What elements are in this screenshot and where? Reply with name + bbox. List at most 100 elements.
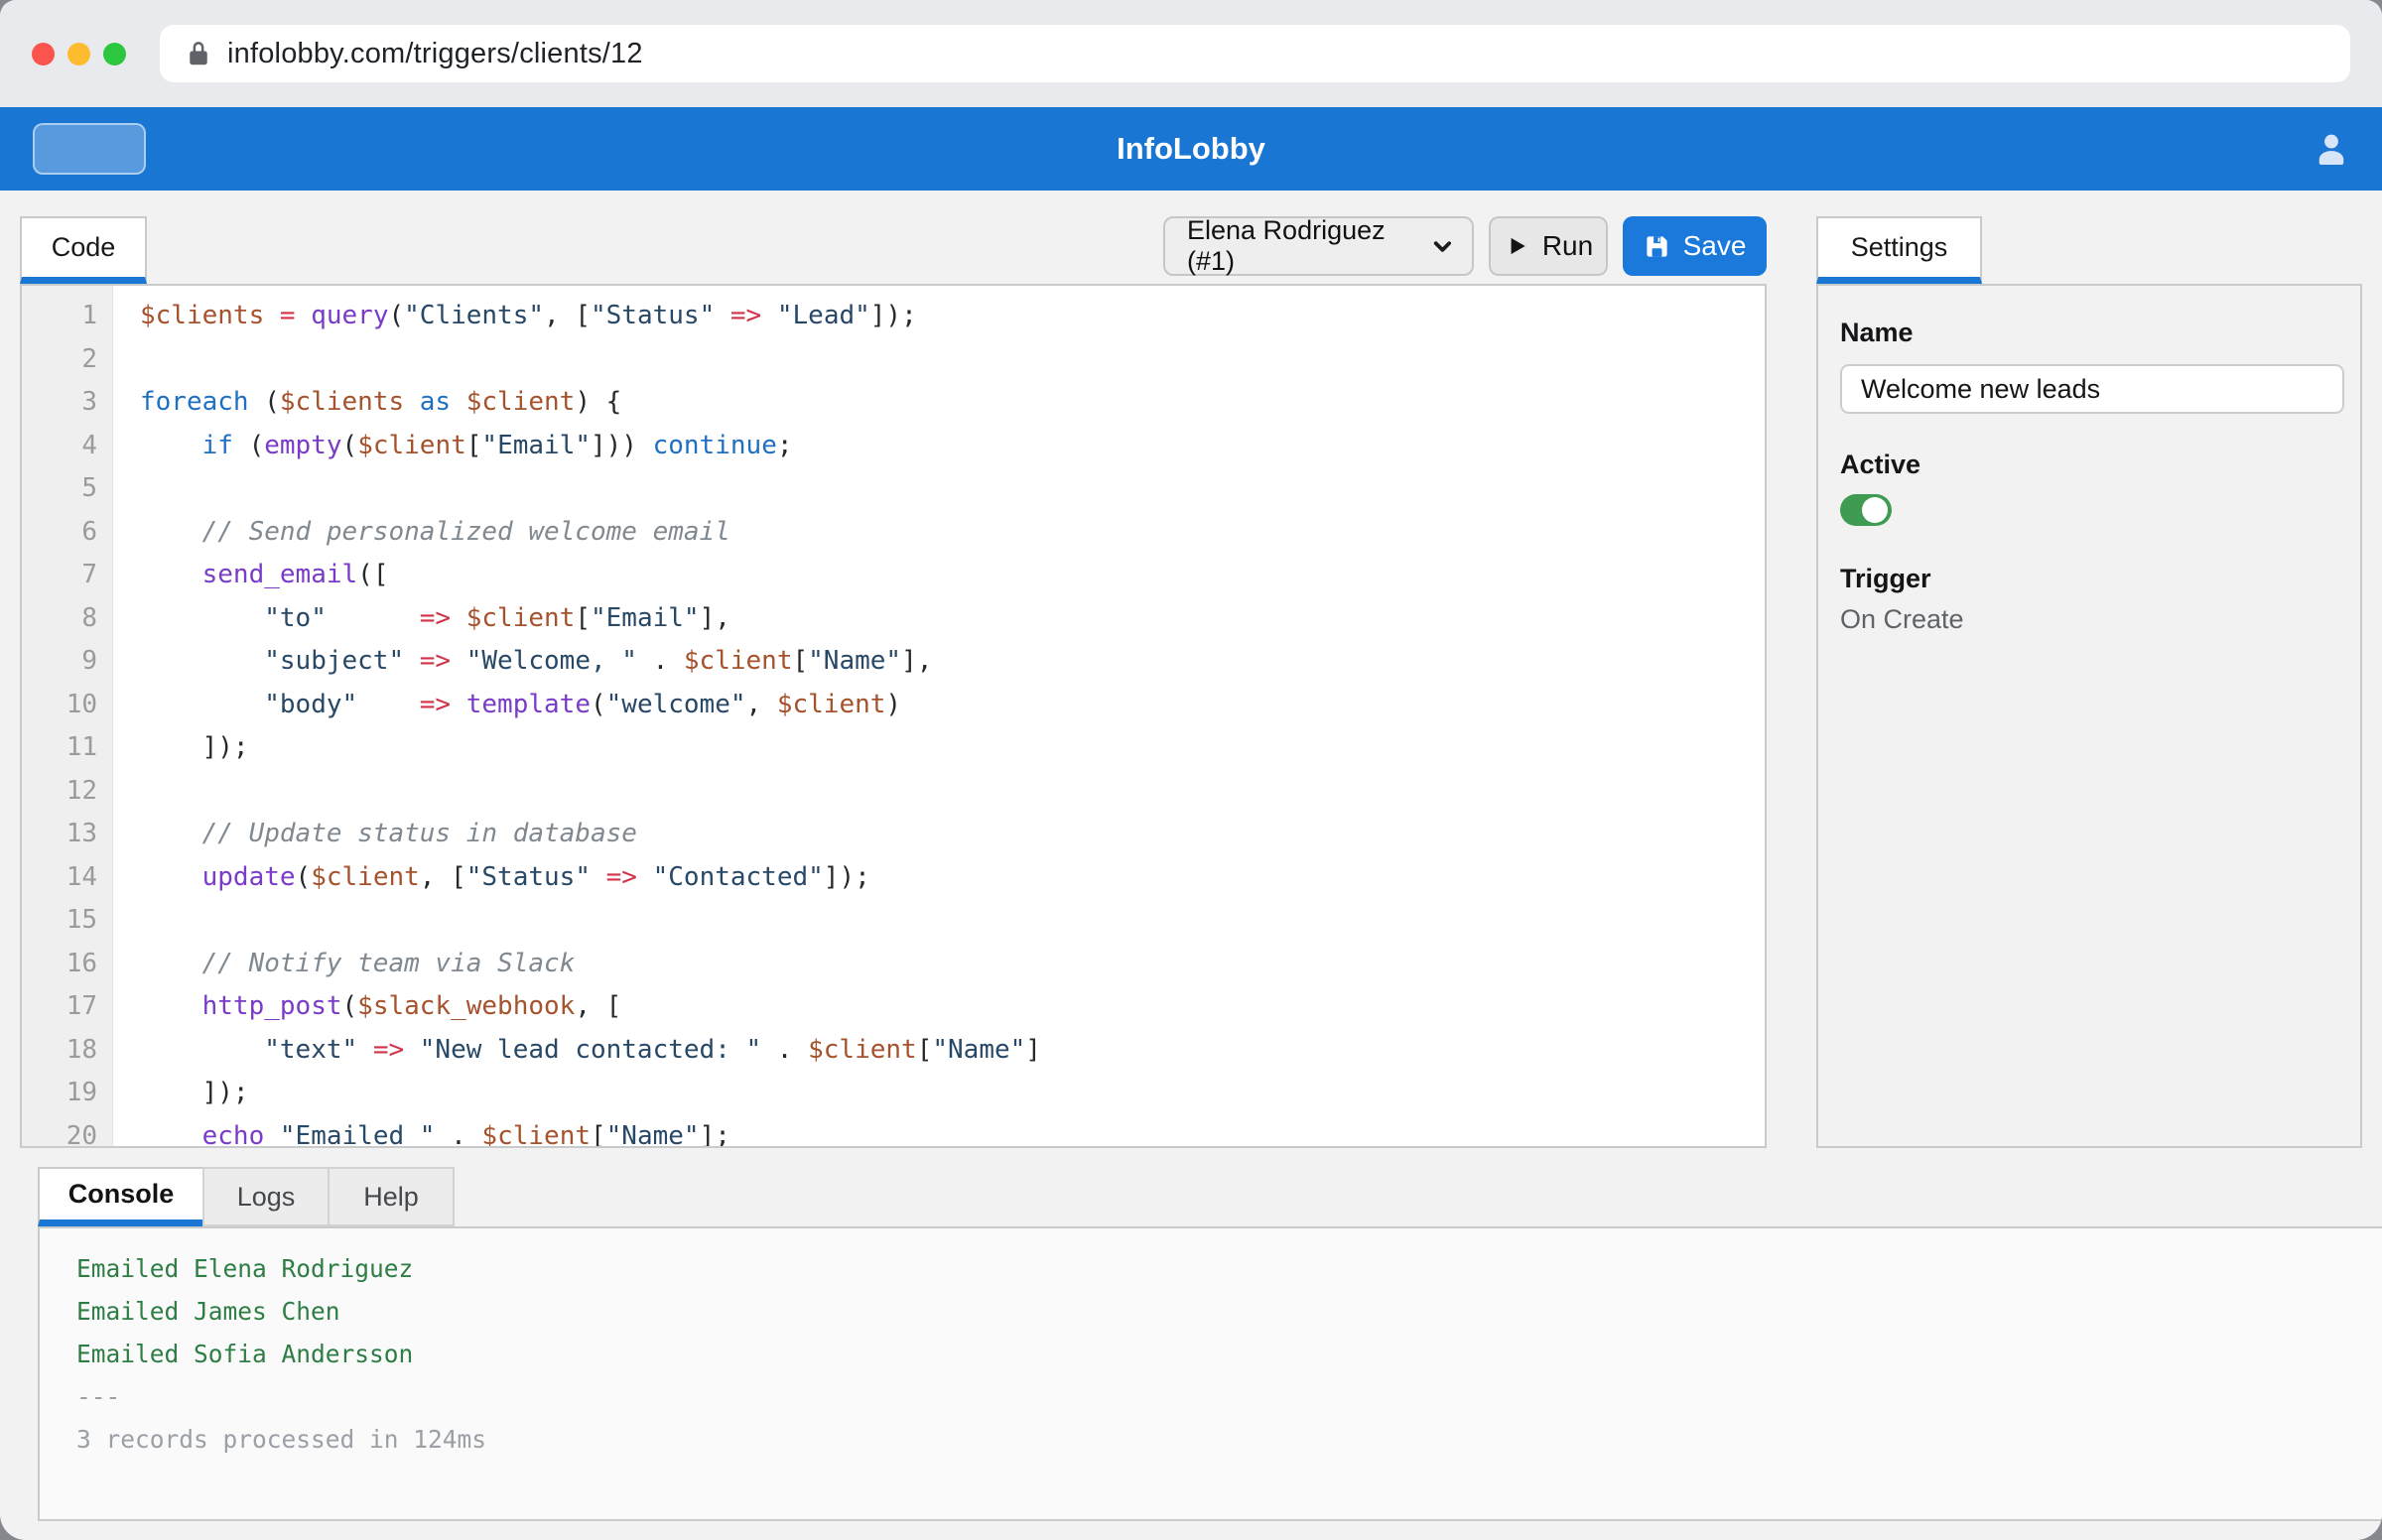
code-line[interactable]: 17 http_post($slack_webhook, [ — [22, 985, 1765, 1029]
console-tabs: Console Logs Help — [38, 1167, 2362, 1226]
active-toggle[interactable] — [1840, 494, 1892, 526]
code-text — [113, 338, 156, 382]
save-button[interactable]: Save — [1623, 216, 1767, 276]
code-text: // Send personalized welcome email — [113, 511, 730, 555]
user-account-icon[interactable] — [2309, 127, 2354, 173]
code-text: echo "Emailed " . $client["Name"]; — [113, 1115, 730, 1149]
code-text: http_post($slack_webhook, [ — [113, 985, 621, 1029]
console-line: Emailed Sofia Andersson — [76, 1333, 2382, 1375]
tab-code-label: Code — [52, 232, 116, 263]
code-editor[interactable]: 1$clients = query("Clients", ["Status" =… — [20, 284, 1767, 1148]
toggle-knob — [1862, 497, 1888, 523]
code-line[interactable]: 7 send_email([ — [22, 554, 1765, 597]
code-text: "to" => $client["Email"], — [113, 597, 730, 641]
active-label: Active — [1840, 449, 2340, 480]
code-text: ]); — [113, 726, 249, 770]
code-line[interactable]: 1$clients = query("Clients", ["Status" =… — [22, 295, 1765, 338]
line-number: 16 — [22, 943, 113, 986]
console-output: Emailed Elena RodriguezEmailed James Che… — [38, 1226, 2382, 1521]
save-icon — [1644, 233, 1670, 260]
minimize-button[interactable] — [67, 43, 90, 65]
line-number: 18 — [22, 1029, 113, 1073]
code-line[interactable]: 6 // Send personalized welcome email — [22, 511, 1765, 555]
play-icon — [1504, 233, 1529, 259]
address-bar[interactable]: infolobby.com/triggers/clients/12 — [160, 25, 2350, 82]
trigger-value: On Create — [1840, 604, 2340, 635]
close-button[interactable] — [32, 43, 55, 65]
code-line[interactable]: 4 if (empty($client["Email"])) continue; — [22, 425, 1765, 468]
code-line[interactable]: 13 // Update status in database — [22, 813, 1765, 856]
app-title: InfoLobby — [0, 107, 2382, 191]
name-label: Name — [1840, 318, 2340, 348]
code-text: foreach ($clients as $client) { — [113, 381, 621, 425]
code-text — [113, 467, 156, 511]
code-line[interactable]: 16 // Notify team via Slack — [22, 943, 1765, 986]
tab-console-label: Console — [68, 1179, 175, 1210]
code-line[interactable]: 3foreach ($clients as $client) { — [22, 381, 1765, 425]
console-line: --- — [76, 1375, 2382, 1418]
tab-help[interactable]: Help — [328, 1167, 455, 1226]
chevron-down-icon — [1429, 232, 1456, 260]
console-line: Emailed Elena Rodriguez — [76, 1247, 2382, 1290]
record-select[interactable]: Elena Rodriguez (#1) — [1163, 216, 1474, 276]
line-number: 12 — [22, 770, 113, 814]
line-number: 8 — [22, 597, 113, 641]
code-text: // Notify team via Slack — [113, 943, 575, 986]
code-text: send_email([ — [113, 554, 388, 597]
console-line: 3 records processed in 124ms — [76, 1418, 2382, 1461]
code-line[interactable]: 9 "subject" => "Welcome, " . $client["Na… — [22, 640, 1765, 684]
line-number: 1 — [22, 295, 113, 338]
code-text: if (empty($client["Email"])) continue; — [113, 425, 793, 468]
code-line[interactable]: 2 — [22, 338, 1765, 382]
lock-icon — [184, 39, 213, 68]
record-select-value: Elena Rodriguez (#1) — [1187, 215, 1429, 277]
url-text: infolobby.com/triggers/clients/12 — [227, 38, 643, 70]
name-input[interactable] — [1840, 364, 2344, 414]
code-text: ]); — [113, 1072, 249, 1115]
line-number: 17 — [22, 985, 113, 1029]
tab-logs[interactable]: Logs — [202, 1167, 330, 1226]
line-number: 3 — [22, 381, 113, 425]
line-number: 13 — [22, 813, 113, 856]
code-line[interactable]: 14 update($client, ["Status" => "Contact… — [22, 856, 1765, 900]
code-line[interactable]: 19 ]); — [22, 1072, 1765, 1115]
run-button-label: Run — [1542, 230, 1593, 262]
line-number: 11 — [22, 726, 113, 770]
code-text — [113, 770, 156, 814]
code-line[interactable]: 5 — [22, 467, 1765, 511]
code-text: "body" => template("welcome", $client) — [113, 684, 901, 727]
line-number: 4 — [22, 425, 113, 468]
code-line[interactable]: 20 echo "Emailed " . $client["Name"]; — [22, 1115, 1765, 1149]
tab-settings[interactable]: Settings — [1816, 216, 1982, 284]
code-line[interactable]: 12 — [22, 770, 1765, 814]
code-text: "text" => "New lead contacted: " . $clie… — [113, 1029, 1041, 1073]
code-line[interactable]: 18 "text" => "New lead contacted: " . $c… — [22, 1029, 1765, 1073]
browser-window: infolobby.com/triggers/clients/12 InfoLo… — [0, 0, 2382, 1540]
code-line[interactable]: 15 — [22, 899, 1765, 943]
tab-console[interactable]: Console — [38, 1167, 204, 1226]
code-text: "subject" => "Welcome, " . $client["Name… — [113, 640, 932, 684]
browser-chrome: infolobby.com/triggers/clients/12 — [0, 0, 2382, 107]
code-line[interactable]: 8 "to" => $client["Email"], — [22, 597, 1765, 641]
code-text: // Update status in database — [113, 813, 637, 856]
console-section: Console Logs Help Emailed Elena Rodrigue… — [20, 1167, 2362, 1521]
line-number: 7 — [22, 554, 113, 597]
tab-code[interactable]: Code — [20, 216, 147, 284]
line-number: 9 — [22, 640, 113, 684]
settings-panel: Name Active Trigger On Create — [1816, 284, 2362, 1148]
console-line: Emailed James Chen — [76, 1290, 2382, 1333]
code-text: update($client, ["Status" => "Contacted"… — [113, 856, 870, 900]
app-header: InfoLobby — [0, 107, 2382, 191]
code-line[interactable]: 10 "body" => template("welcome", $client… — [22, 684, 1765, 727]
tab-settings-label: Settings — [1851, 232, 1948, 263]
run-button[interactable]: Run — [1489, 216, 1608, 276]
trigger-label: Trigger — [1840, 564, 2340, 594]
code-line[interactable]: 11 ]); — [22, 726, 1765, 770]
line-number: 15 — [22, 899, 113, 943]
code-lines: 1$clients = query("Clients", ["Status" =… — [22, 286, 1765, 1148]
zoom-button[interactable] — [103, 43, 126, 65]
line-number: 20 — [22, 1115, 113, 1149]
line-number: 19 — [22, 1072, 113, 1115]
save-button-label: Save — [1683, 230, 1747, 262]
code-text — [113, 899, 156, 943]
